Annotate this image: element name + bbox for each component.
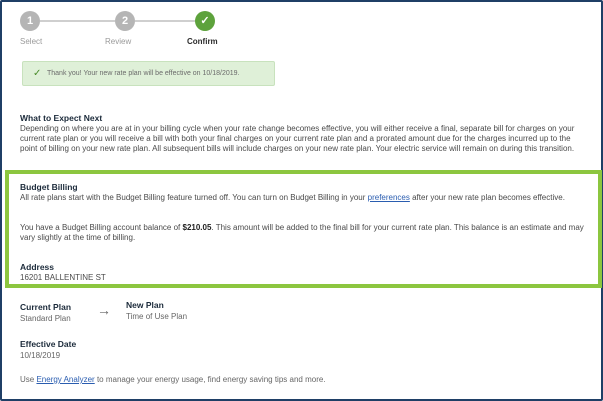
step-3-check-icon: ✓: [195, 11, 215, 31]
budget-paragraph-2: You have a Budget Billing account balanc…: [20, 223, 590, 243]
arrow-right-icon: →: [97, 302, 111, 318]
current-plan-value: Standard Plan: [20, 314, 71, 323]
progress-stepper: 1 2 ✓ Select Review Confirm: [20, 11, 240, 51]
stepper-connector: [40, 20, 115, 22]
step-2-label: Review: [105, 37, 132, 46]
budget-balance-amount: $210.05: [182, 223, 212, 232]
budget-p1-text-end: after your new rate plan becomes effecti…: [409, 193, 565, 202]
expect-title: What to Expect Next: [20, 113, 103, 123]
budget-p1-text: All rate plans start with the Budget Bil…: [20, 193, 368, 202]
step-2-circle: 2: [115, 11, 135, 31]
budget-p2-text: You have a Budget Billing account balanc…: [20, 223, 183, 232]
budget-title: Budget Billing: [20, 182, 78, 192]
effective-date-label: Effective Date: [20, 339, 77, 349]
success-banner: ✓ Thank you! Your new rate plan will be …: [22, 61, 275, 86]
budget-paragraph-1: All rate plans start with the Budget Bil…: [20, 193, 590, 203]
step-3-label: Confirm: [187, 37, 218, 46]
budget-billing-highlight: Budget Billing All rate plans start with…: [5, 170, 602, 288]
step-1-label: Select: [20, 37, 43, 46]
new-plan-value: Time of Use Plan: [126, 312, 188, 321]
success-message: Thank you! Your new rate plan will be ef…: [47, 70, 240, 77]
preferences-link[interactable]: preferences: [368, 193, 410, 202]
checkmark-icon: ✓: [33, 68, 42, 79]
new-plan-label: New Plan: [126, 300, 164, 310]
footer-text-end: to manage your energy usage, find energy…: [94, 375, 326, 384]
stepper-connector: [135, 20, 195, 22]
expect-body: Depending on where you are at in your bi…: [20, 124, 575, 153]
confirmation-panel: 1 2 ✓ Select Review Confirm ✓ Thank you!…: [0, 0, 603, 401]
address-title: Address: [20, 262, 55, 272]
energy-analyzer-link[interactable]: Energy Analyzer: [36, 375, 94, 384]
effective-date-value: 10/18/2019: [20, 351, 61, 360]
energy-analyzer-note: Use Energy Analyzer to manage your energ…: [20, 375, 326, 384]
current-plan-label: Current Plan: [20, 302, 72, 312]
footer-text: Use: [20, 375, 37, 384]
address-value: 16201 BALLENTINE ST: [20, 273, 106, 282]
step-1-circle: 1: [20, 11, 40, 31]
